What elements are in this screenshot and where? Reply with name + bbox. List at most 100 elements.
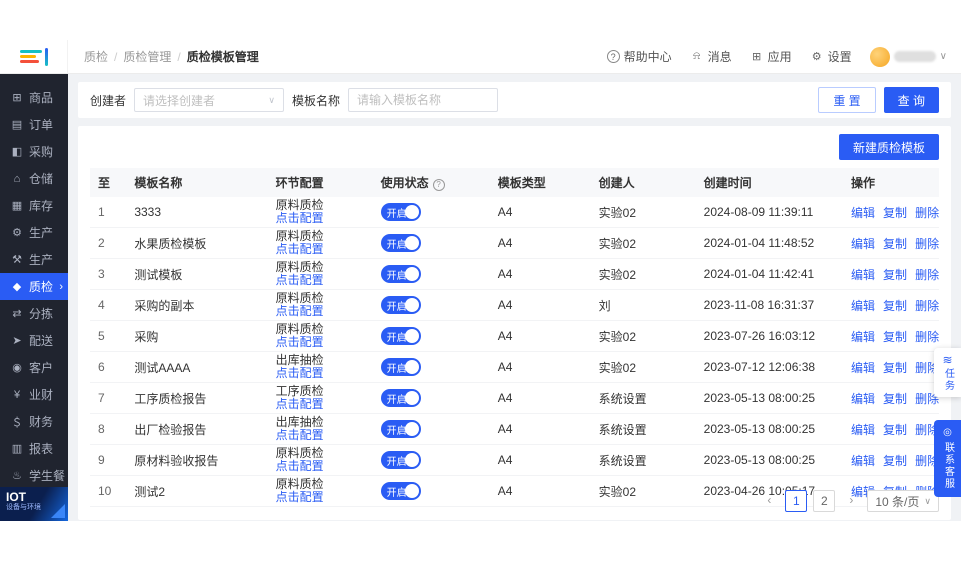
customer-service-button[interactable]: ◎ 联系客服 (934, 420, 961, 497)
sidebar-nav: ⊞商品▤订单◧采购⌂仓储▦库存⚙生产⚒生产◆质检›⇄分拣➤配送◉客户¥业财＄财务… (0, 74, 68, 489)
op-copy[interactable]: 复制 (883, 206, 907, 220)
status-toggle[interactable]: 开启 (381, 296, 421, 314)
messages-button[interactable]: ⍾ 消息 (690, 48, 732, 65)
apps-button[interactable]: ⊞ 应用 (750, 48, 792, 65)
configure-link[interactable]: 点击配置 (276, 491, 365, 504)
status-toggle[interactable]: 开启 (381, 451, 421, 469)
row-index: 2 (90, 228, 126, 259)
op-edit[interactable]: 编辑 (851, 206, 875, 220)
tasks-float-button[interactable]: ≋ 任务 (934, 348, 961, 397)
op-edit[interactable]: 编辑 (851, 268, 875, 282)
page-button-1[interactable]: 1 (785, 490, 807, 512)
op-delete[interactable]: 删除 (915, 299, 939, 313)
status-toggle[interactable]: 开启 (381, 358, 421, 376)
app-logo[interactable] (0, 40, 68, 73)
sidebar-item-5[interactable]: ▦库存 (0, 192, 68, 219)
column-label: 创建人 (599, 176, 635, 190)
status-toggle[interactable]: 开启 (381, 389, 421, 407)
row-index: 10 (90, 476, 126, 507)
table-row: 5采购原料质检点击配置开启A4实验022023-07-26 16:03:12编辑… (90, 321, 939, 352)
status-toggle[interactable]: 开启 (381, 420, 421, 438)
template-type: A4 (490, 414, 591, 445)
configure-link[interactable]: 点击配置 (276, 429, 365, 442)
sidebar-item-13[interactable]: ＄财务 (0, 408, 68, 435)
ops-cell: 编辑复制删除 (843, 228, 939, 259)
iot-brand[interactable]: IOT 设备与环境 (0, 487, 68, 521)
sidebar-item-2[interactable]: ▤订单 (0, 111, 68, 138)
configure-link[interactable]: 点击配置 (276, 336, 365, 349)
op-delete[interactable]: 删除 (915, 330, 939, 344)
template-name: 采购的副本 (126, 290, 267, 321)
configure-link[interactable]: 点击配置 (276, 367, 365, 380)
page-size-select[interactable]: 10 条/页 ∨ (867, 490, 939, 512)
status-toggle[interactable]: 开启 (381, 327, 421, 345)
query-button[interactable]: 查 询 (884, 87, 939, 113)
sidebar-item-icon: ➤ (11, 334, 23, 347)
settings-button[interactable]: ⚙ 设置 (810, 48, 852, 65)
configure-link[interactable]: 点击配置 (276, 398, 365, 411)
op-edit[interactable]: 编辑 (851, 423, 875, 437)
sidebar-item-1[interactable]: ⊞商品 (0, 84, 68, 111)
sidebar-item-label: 生产 (29, 251, 53, 268)
sidebar-item-10[interactable]: ➤配送 (0, 327, 68, 354)
user-menu[interactable]: ∨ (870, 47, 947, 67)
breadcrumb-item[interactable]: 质检管理 (123, 48, 171, 65)
sidebar-item-3[interactable]: ◧采购 (0, 138, 68, 165)
new-template-button[interactable]: 新建质检模板 (839, 134, 939, 160)
sidebar-item-6[interactable]: ⚙生产 (0, 219, 68, 246)
op-copy[interactable]: 复制 (883, 330, 907, 344)
op-copy[interactable]: 复制 (883, 454, 907, 468)
sidebar-item-7[interactable]: ⚒生产 (0, 246, 68, 273)
configure-link[interactable]: 点击配置 (276, 305, 365, 318)
op-edit[interactable]: 编辑 (851, 392, 875, 406)
op-copy[interactable]: 复制 (883, 361, 907, 375)
configure-link[interactable]: 点击配置 (276, 274, 365, 287)
op-delete[interactable]: 删除 (915, 237, 939, 251)
next-page-button[interactable]: › (841, 490, 861, 512)
status-toggle[interactable]: 开启 (381, 234, 421, 252)
sidebar-item-14[interactable]: ▥报表 (0, 435, 68, 462)
status-toggle[interactable]: 开启 (381, 482, 421, 500)
page-button-2[interactable]: 2 (813, 490, 835, 512)
info-icon[interactable]: ? (433, 179, 445, 191)
configure-link[interactable]: 点击配置 (276, 460, 365, 473)
creator-select[interactable]: 请选择创建者 ∨ (134, 88, 284, 112)
op-copy[interactable]: 复制 (883, 392, 907, 406)
sidebar-item-4[interactable]: ⌂仓储 (0, 165, 68, 192)
sidebar-item-12[interactable]: ¥业财 (0, 381, 68, 408)
template-name: 采购 (126, 321, 267, 352)
topbar-actions: ? 帮助中心 ⍾ 消息 ⊞ 应用 ⚙ 设置 ∨ (607, 47, 947, 67)
template-name-input[interactable] (348, 88, 498, 112)
op-edit[interactable]: 编辑 (851, 237, 875, 251)
sidebar-item-label: 财务 (29, 413, 53, 430)
op-edit[interactable]: 编辑 (851, 299, 875, 313)
status-toggle[interactable]: 开启 (381, 265, 421, 283)
status-label: 开启 (387, 422, 407, 437)
sidebar-item-15[interactable]: ♨学生餐 (0, 462, 68, 489)
status-cell: 开启 (373, 321, 490, 352)
op-copy[interactable]: 复制 (883, 237, 907, 251)
breadcrumb-item[interactable]: 质检模板管理 (187, 48, 259, 65)
configure-link[interactable]: 点击配置 (276, 243, 365, 256)
sidebar-item-11[interactable]: ◉客户 (0, 354, 68, 381)
sidebar-item-8[interactable]: ◆质检› (0, 273, 68, 300)
op-edit[interactable]: 编辑 (851, 454, 875, 468)
reset-button[interactable]: 重 置 (818, 87, 875, 113)
gear-icon: ⚙ (810, 50, 824, 64)
op-copy[interactable]: 复制 (883, 268, 907, 282)
status-label: 开启 (387, 267, 407, 282)
prev-page-button[interactable]: ‹ (759, 490, 779, 512)
op-copy[interactable]: 复制 (883, 299, 907, 313)
creator-select-placeholder: 请选择创建者 (143, 92, 215, 109)
op-delete[interactable]: 删除 (915, 206, 939, 220)
op-edit[interactable]: 编辑 (851, 330, 875, 344)
table-header-row: 至模板名称环节配置使用状态?模板类型创建人创建时间操作 (90, 168, 939, 197)
help-center-button[interactable]: ? 帮助中心 (607, 48, 672, 65)
sidebar-item-9[interactable]: ⇄分拣 (0, 300, 68, 327)
status-toggle[interactable]: 开启 (381, 203, 421, 221)
op-copy[interactable]: 复制 (883, 423, 907, 437)
op-edit[interactable]: 编辑 (851, 361, 875, 375)
breadcrumb-item[interactable]: 质检 (84, 48, 108, 65)
configure-link[interactable]: 点击配置 (276, 212, 365, 225)
op-delete[interactable]: 删除 (915, 268, 939, 282)
